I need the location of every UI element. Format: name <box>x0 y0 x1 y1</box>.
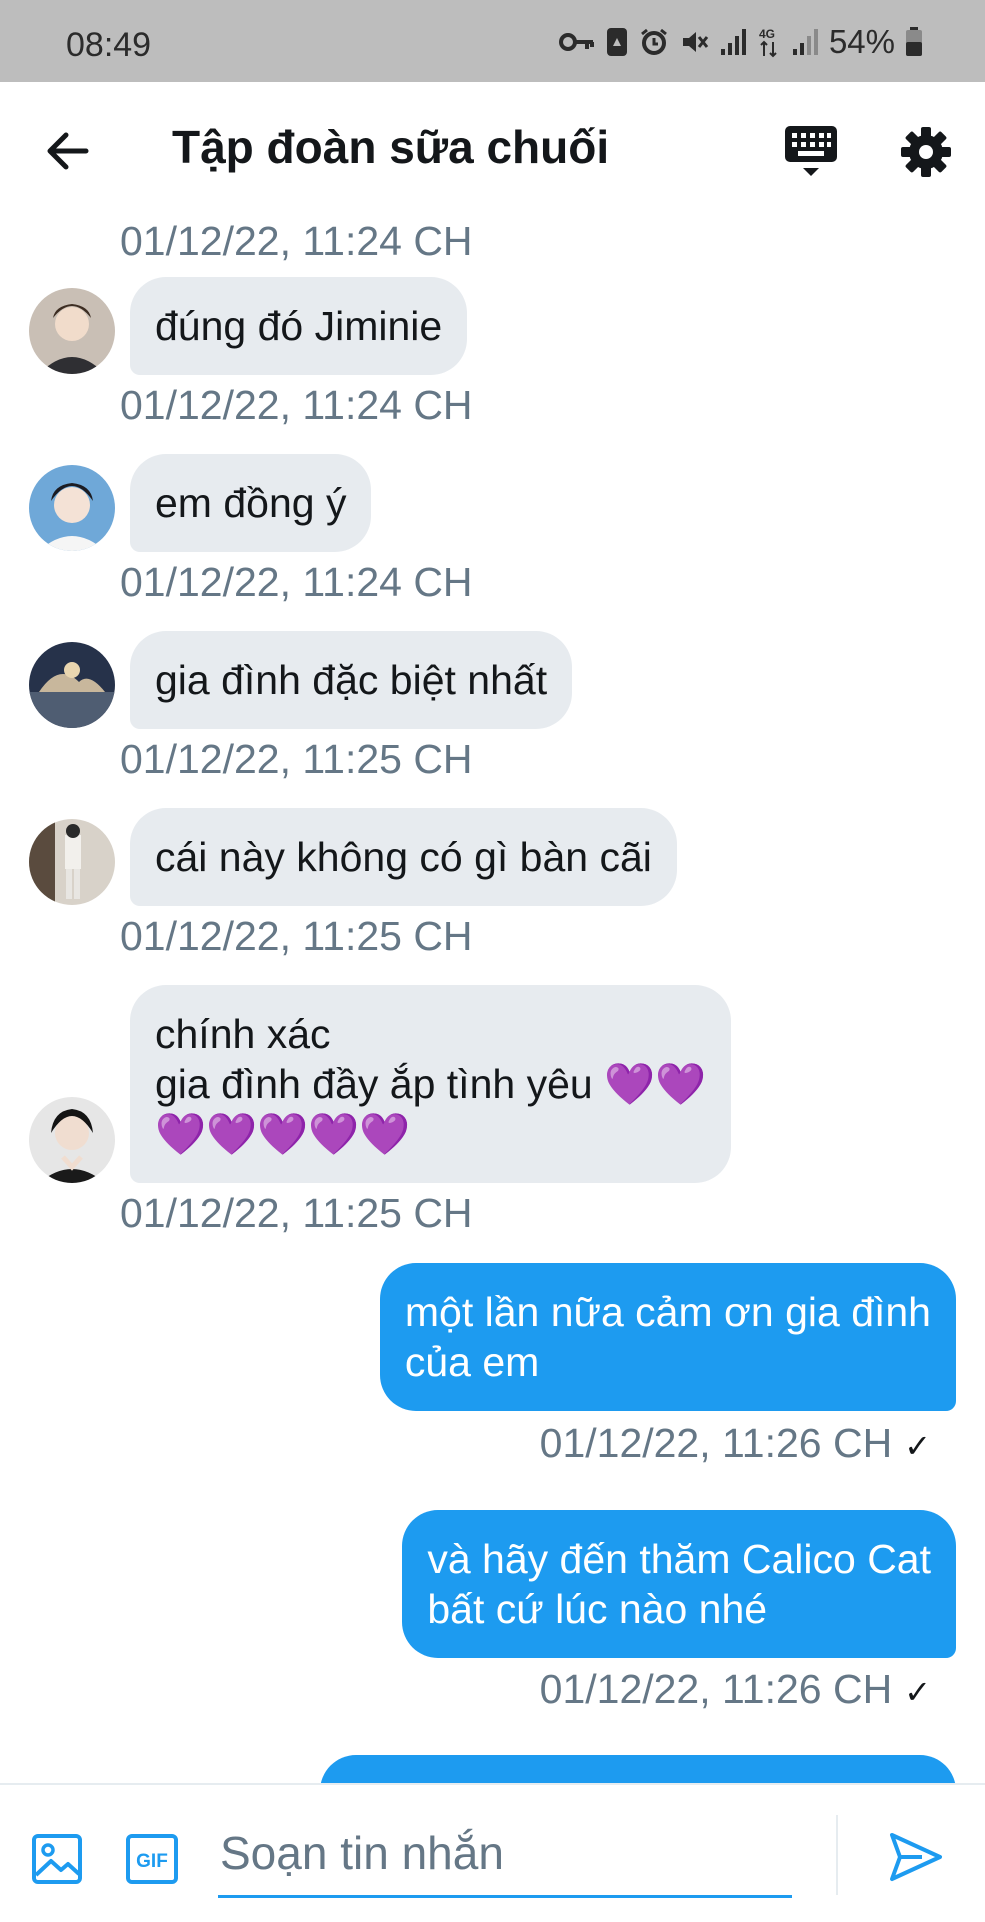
mute-icon <box>682 32 709 52</box>
message-timestamp: 01/12/22, 11:24 CH <box>120 559 473 605</box>
incoming-message[interactable]: cái này không có gì bàn cãi <box>130 808 677 906</box>
purple-heart-emoji: 💜 <box>604 1061 656 1107</box>
incoming-message[interactable]: chính xác gia đình đầy ắp tình yêu 💜💜 💜💜… <box>130 985 732 1183</box>
message-composer: GIF <box>0 1783 985 1922</box>
key-icon <box>558 33 594 51</box>
outgoing-message[interactable]: và hãy đến thăm Calico Cat bất cứ lúc nà… <box>402 1510 956 1658</box>
message-timestamp: 01/12/22, 11:25 CH <box>120 1190 473 1236</box>
signal-icon <box>792 29 818 55</box>
message-timestamp: 01/12/22, 11:24 CH <box>120 218 473 264</box>
chat-header: Tập đoàn sữa chuối <box>0 82 985 218</box>
timestamp-text: 01/12/22, 11:26 CH <box>539 1666 893 1712</box>
purple-heart-emoji: 💜 <box>359 1111 411 1157</box>
message-timestamp: 01/12/22, 11:26 CH ✓ <box>540 1666 931 1713</box>
checkmark-icon: ✓ <box>904 1428 931 1464</box>
avatar[interactable] <box>29 819 115 905</box>
alarm-icon <box>641 28 667 55</box>
purple-heart-emoji: 💜 <box>257 1111 309 1157</box>
keyboard-icon[interactable] <box>783 124 839 180</box>
battery-percentage: 54% <box>828 23 895 60</box>
gear-icon[interactable] <box>900 126 952 178</box>
message-timestamp: 01/12/22, 11:24 CH <box>120 382 473 428</box>
image-icon[interactable] <box>31 1833 83 1885</box>
incoming-message[interactable]: gia đình đặc biệt nhất <box>130 631 573 729</box>
purple-heart-emoji: 💜 <box>206 1111 258 1157</box>
message-timestamp: 01/12/22, 11:26 CH ✓ <box>540 1420 931 1467</box>
recycle-icon <box>606 28 627 56</box>
send-icon[interactable] <box>888 1829 944 1885</box>
avatar[interactable] <box>29 642 115 728</box>
purple-heart-emoji: 💜 <box>655 1061 707 1107</box>
message-timestamp: 01/12/22, 11:25 CH <box>120 736 473 782</box>
purple-heart-emoji: 💜 <box>308 1111 360 1157</box>
avatar[interactable] <box>29 465 115 551</box>
message-input[interactable] <box>218 1811 792 1898</box>
conversation-title: Tập đoàn sữa chuối <box>172 121 610 173</box>
status-icons: 4G 54% <box>558 23 923 60</box>
avatar[interactable] <box>29 288 115 374</box>
battery-icon <box>906 27 922 56</box>
composer-divider <box>836 1815 838 1895</box>
message-timestamp: 01/12/22, 11:25 CH <box>120 913 473 959</box>
message-list[interactable]: 01/12/22, 11:24 CH đúng đó Jiminie 01/12… <box>0 218 985 1783</box>
svg-text:4G: 4G <box>759 27 775 41</box>
signal-icon <box>720 29 746 55</box>
timestamp-text: 01/12/22, 11:26 CH <box>539 1420 893 1466</box>
purple-heart-emoji: 💜 <box>155 1111 207 1157</box>
incoming-message[interactable]: em đồng ý <box>130 454 372 552</box>
gif-label: GIF <box>136 1851 168 1872</box>
outgoing-message[interactable] <box>320 1755 956 1783</box>
status-bar: 08:49 4G 54% <box>0 0 985 82</box>
status-time: 08:49 <box>66 26 152 64</box>
gif-icon[interactable]: GIF <box>125 1833 179 1885</box>
incoming-message[interactable]: đúng đó Jiminie <box>130 277 468 375</box>
avatar[interactable] <box>29 1097 115 1183</box>
back-arrow-icon[interactable] <box>44 128 90 174</box>
outgoing-message[interactable]: một lần nữa cảm ơn gia đình của em <box>379 1263 956 1411</box>
checkmark-icon: ✓ <box>904 1674 931 1710</box>
data-icon: 4G <box>759 27 777 58</box>
